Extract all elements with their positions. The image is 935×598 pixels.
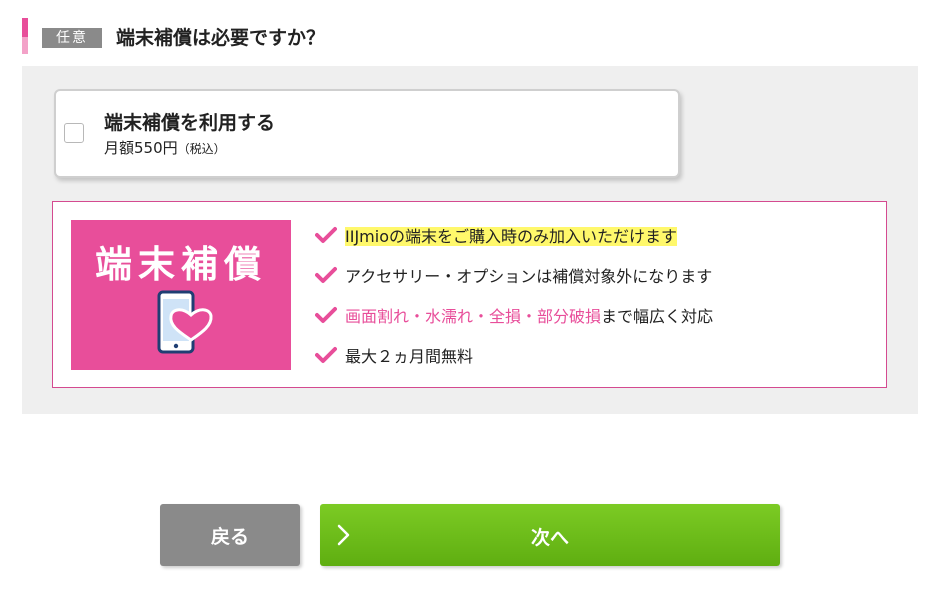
list-item: アクセサリー・オプションは補償対象外になります — [315, 262, 875, 302]
feature-text-rest: まで幅広く対応 — [601, 307, 714, 326]
check-icon — [315, 267, 337, 283]
optional-badge: 任意 — [42, 28, 102, 48]
feature-text: アクセサリー・オプションは補償対象外になります — [345, 267, 713, 286]
list-item: 画面割れ・水濡れ・全損・部分破損まで幅広く対応 — [315, 302, 875, 342]
list-item: 最大２ヵ月間無料 — [315, 342, 875, 382]
warranty-info-box: 端末補償 IIJmioの端末をご購入時のみ加入いただけます アクセサリー・オプシ… — [52, 201, 887, 388]
phone-heart-icon — [157, 290, 213, 354]
option-price: 月額550円（税込） — [104, 137, 226, 158]
feature-text: IIJmioの端末をご購入時のみ加入いただけます — [345, 227, 677, 246]
feature-text: 画面割れ・水濡れ・全損・部分破損まで幅広く対応 — [345, 305, 713, 329]
feature-highlight: 画面割れ・水濡れ・全損・部分破損 — [345, 307, 602, 326]
list-item: IIJmioの端末をご購入時のみ加入いただけます — [315, 222, 875, 262]
option-name: 端末補償を利用する — [104, 112, 276, 134]
question-header: 任意 端末補償は必要ですか？ — [22, 18, 522, 54]
device-warranty-option[interactable]: 端末補償を利用する 月額550円（税込） — [54, 89, 680, 178]
warranty-checkbox[interactable] — [64, 123, 84, 143]
next-button-label: 次へ — [530, 527, 569, 549]
check-icon — [315, 227, 337, 243]
option-tax-note: （税込） — [177, 142, 226, 156]
question-title: 端末補償は必要ですか？ — [116, 27, 326, 49]
check-icon — [315, 347, 337, 363]
option-panel: 端末補償を利用する 月額550円（税込） 端末補償 IIJmioの端末をご購入時… — [22, 66, 918, 414]
feature-list: IIJmioの端末をご購入時のみ加入いただけます アクセサリー・オプションは補償… — [315, 222, 875, 382]
header-accent-bar — [22, 18, 28, 37]
warranty-promo-banner: 端末補償 — [71, 220, 291, 370]
feature-text: 最大２ヵ月間無料 — [345, 347, 474, 366]
option-price-amount: 月額550円 — [104, 139, 178, 157]
check-icon — [315, 307, 337, 323]
back-button[interactable]: 戻る — [160, 504, 300, 566]
header-accent-bar-light — [22, 37, 28, 54]
next-button[interactable]: 次へ — [320, 504, 780, 566]
promo-title: 端末補償 — [95, 243, 267, 286]
